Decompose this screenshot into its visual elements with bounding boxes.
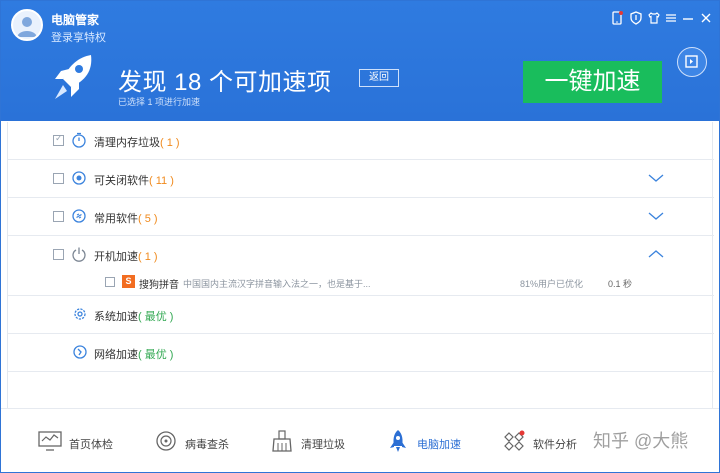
watermark: 知乎 @大熊 (593, 431, 689, 451)
checkbox[interactable] (53, 133, 64, 146)
bottom-nav: 首页体检 病毒查杀 清理垃圾 电脑加速 软件分析 知乎 @大熊 (1, 408, 719, 472)
close-icon[interactable] (698, 10, 714, 26)
selection-summary: 已选择 1 项进行加速 (118, 97, 201, 107)
chevron-up-icon[interactable] (648, 248, 664, 258)
list-item-system-boost: 系统加速( 最优 ) (8, 296, 714, 334)
header: 电脑管家 登录享特权 发现 18 个可加速项 已选择 1 项进行加速 返回 一键… (1, 1, 719, 121)
item-label: 可关闭软件 (94, 175, 149, 187)
back-button[interactable]: 返回 (359, 69, 399, 87)
item-status: ( 最优 ) (138, 311, 174, 323)
app-title: 电脑管家 (51, 13, 100, 27)
chevron-down-icon[interactable] (648, 210, 664, 220)
power-icon (70, 245, 88, 263)
shirt-icon[interactable] (646, 10, 662, 26)
monitor-icon (37, 429, 63, 453)
checkbox[interactable] (53, 173, 64, 184)
rocket-icon (385, 429, 411, 453)
nav-label: 病毒查杀 (185, 439, 229, 451)
item-label: 系统加速 (94, 311, 138, 323)
list-item-closable-software[interactable]: 可关闭软件( 11 ) (8, 160, 714, 198)
list-item-network-boost: 网络加速( 最优 ) (8, 334, 714, 372)
avatar[interactable] (11, 9, 43, 41)
nav-label: 清理垃圾 (301, 439, 345, 451)
nav-label: 首页体检 (69, 439, 113, 451)
app-window: 电脑管家 登录享特权 发现 18 个可加速项 已选择 1 项进行加速 返回 一键… (0, 0, 720, 473)
minimize-icon[interactable] (680, 10, 696, 26)
timer-icon (70, 131, 88, 149)
chevron-down-icon[interactable] (648, 172, 664, 182)
checkbox[interactable] (53, 249, 64, 260)
sub-item-time: 0.1 秒 (608, 279, 633, 289)
item-count: ( 1 ) (138, 251, 158, 263)
item-label: 清理内存垃圾 (94, 137, 160, 149)
checkbox[interactable] (105, 277, 115, 287)
checkbox[interactable] (53, 211, 64, 222)
login-link[interactable]: 登录享特权 (51, 29, 106, 45)
broom-icon (269, 429, 295, 453)
nav-label: 软件分析 (533, 439, 577, 451)
list-item-startup-boost[interactable]: 开机加速( 1 ) S 搜狗拼音 中国国内主流汉字拼音输入法之一，也是基于...… (8, 236, 714, 296)
shield-icon[interactable] (628, 10, 644, 26)
item-count: ( 11 ) (149, 175, 174, 187)
link-icon (70, 207, 88, 225)
item-label: 常用软件 (94, 213, 138, 225)
rocket-icon (51, 53, 95, 105)
network-icon (71, 343, 89, 361)
sub-item-description: 中国国内主流汉字拼音输入法之一，也是基于... (183, 279, 371, 289)
one-click-boost-button[interactable]: 一键加速 (523, 61, 662, 103)
sub-item-sogou-pinyin[interactable]: S 搜狗拼音 中国国内主流汉字拼音输入法之一，也是基于... 81%用户已优化 … (8, 272, 714, 294)
item-count: ( 1 ) (160, 137, 180, 149)
target-icon (70, 169, 88, 187)
phone-icon[interactable] (609, 10, 625, 26)
menu-icon[interactable] (663, 10, 679, 26)
item-label: 开机加速 (94, 251, 138, 263)
list-item-common-software[interactable]: 常用软件( 5 ) (8, 198, 714, 236)
sogou-icon: S (122, 275, 135, 288)
sidebar-toggle-button[interactable] (677, 47, 707, 77)
item-count: ( 5 ) (138, 213, 158, 225)
list-item-memory-cleanup[interactable]: 清理内存垃圾( 1 ) (8, 122, 714, 160)
sub-item-name: 搜狗拼音 (139, 280, 179, 291)
apps-icon (501, 429, 527, 453)
gear-icon (71, 305, 89, 323)
page-title: 发现 18 个可加速项 (118, 69, 332, 96)
crosshair-icon (153, 429, 179, 453)
boost-item-list: 清理内存垃圾( 1 ) 可关闭软件( 11 ) 常用软件( 5 ) (7, 122, 714, 408)
item-status: ( 最优 ) (138, 349, 174, 361)
nav-label: 电脑加速 (417, 439, 461, 451)
item-label: 网络加速 (94, 349, 138, 361)
sub-item-percent: 81%用户已优化 (520, 279, 584, 289)
